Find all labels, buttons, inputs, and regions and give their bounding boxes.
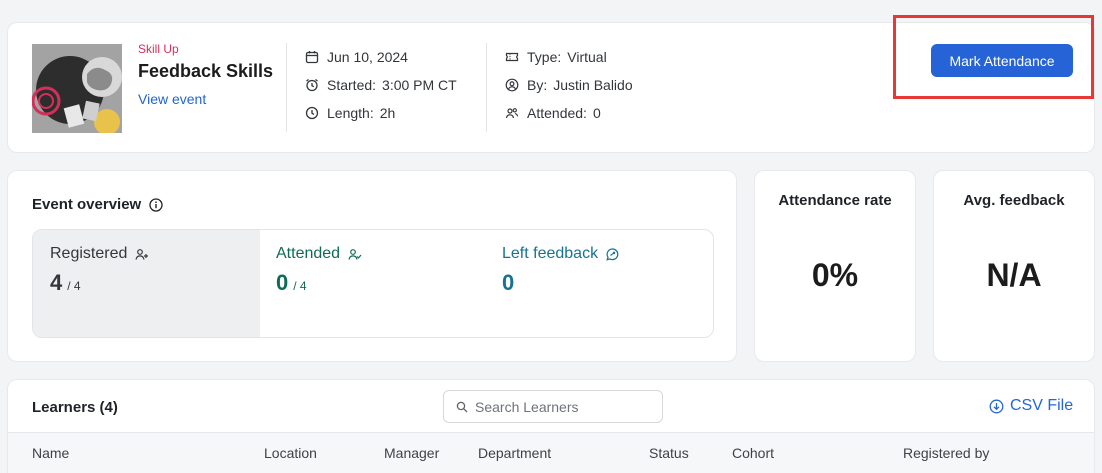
search-box[interactable] <box>443 390 663 423</box>
event-overview-heading: Event overview <box>32 196 163 213</box>
search-icon <box>456 401 468 412</box>
left-feedback-value: 0 <box>502 270 515 295</box>
view-event-link[interactable]: View event <box>138 91 206 107</box>
attended-label: Attended: <box>527 105 587 121</box>
registered-value: 4 <box>50 270 63 295</box>
type-value: Virtual <box>567 49 607 65</box>
column-department[interactable]: Department <box>478 445 551 461</box>
event-type-row: Type: Virtual <box>505 43 633 71</box>
avg-feedback-card: Avg. feedback N/A <box>933 170 1095 362</box>
clock-icon <box>305 106 319 120</box>
attended-value: 0 <box>592 105 601 121</box>
attendance-rate-value: 0% <box>811 257 859 293</box>
left-feedback-label: Left feedback <box>502 245 599 262</box>
divider <box>486 43 487 132</box>
event-overview-title: Event overview <box>32 196 142 213</box>
event-length-row: Length: 2h <box>305 99 457 127</box>
event-date-row: Jun 10, 2024 <box>305 43 457 71</box>
event-host-row: By: Justin Balido <box>505 71 633 99</box>
attended-stat-value: 0 <box>276 270 289 295</box>
user-circle-icon <box>505 78 519 92</box>
attendance-rate-card: Attendance rate 0% <box>754 170 916 362</box>
by-value: Justin Balido <box>553 77 633 93</box>
avg-feedback-value: N/A <box>986 257 1042 293</box>
event-category: Skill Up <box>138 42 179 56</box>
event-date: Jun 10, 2024 <box>327 49 408 65</box>
by-label: By: <box>527 77 548 93</box>
started-label: Started: <box>327 77 377 93</box>
column-name[interactable]: Name <box>32 445 69 461</box>
user-plus-icon <box>135 248 149 260</box>
users-icon <box>505 108 519 119</box>
column-registered-by[interactable]: Registered by <box>903 445 989 461</box>
search-learners-input[interactable] <box>475 398 655 415</box>
csv-label: CSV File <box>1010 397 1074 414</box>
alarm-clock-icon <box>306 78 318 92</box>
event-thumbnail <box>32 44 122 133</box>
length-label: Length: <box>327 105 374 121</box>
event-schedule-info: Jun 10, 2024 Started: 3:00 PM CT Length:… <box>305 43 457 127</box>
event-details-info: Type: Virtual By: Justin Balido Attended… <box>505 43 633 127</box>
column-cohort[interactable]: Cohort <box>732 445 774 461</box>
divider <box>286 43 287 132</box>
feedback-bubble-icon <box>606 247 619 261</box>
event-started-row: Started: 3:00 PM CT <box>305 71 457 99</box>
length-value: 2h <box>379 105 396 121</box>
learners-title: Learners (4) <box>32 399 118 416</box>
user-check-icon <box>348 248 362 260</box>
event-overview-card: Event overview Registered 4 / 4 Attended… <box>7 170 737 362</box>
calendar-icon <box>305 51 319 64</box>
started-value: 3:00 PM CT <box>382 77 457 93</box>
highlight-box <box>893 15 1094 99</box>
attendance-rate-title: Attendance rate <box>778 192 892 209</box>
type-label: Type: <box>527 49 562 65</box>
column-status[interactable]: Status <box>649 445 689 461</box>
info-icon[interactable] <box>149 197 163 212</box>
registered-stat[interactable]: Registered 4 / 4 <box>33 230 260 337</box>
ticket-icon <box>505 52 519 62</box>
attended-stat-label: Attended <box>276 245 341 262</box>
registered-label: Registered <box>50 245 128 262</box>
column-manager[interactable]: Manager <box>384 445 439 461</box>
left-feedback-stat[interactable]: Left feedback 0 <box>486 230 713 337</box>
download-icon <box>989 399 1004 413</box>
attended-stat-total: / 4 <box>293 279 307 293</box>
event-title: Feedback Skills <box>138 61 274 81</box>
avg-feedback-title: Avg. feedback <box>963 192 1065 209</box>
learners-card: Learners (4) CSV File Name Location Mana… <box>7 379 1095 473</box>
learners-table-header: Name Location Manager Department Status … <box>8 432 1094 473</box>
csv-download-button[interactable]: CSV File <box>989 397 1073 415</box>
overview-stats: Registered 4 / 4 Attended 0 / 4 Left fee… <box>32 229 714 338</box>
attended-stat[interactable]: Attended 0 / 4 <box>260 230 486 337</box>
column-location[interactable]: Location <box>264 445 317 461</box>
event-attended-row: Attended: 0 <box>505 99 633 127</box>
registered-total: / 4 <box>67 279 81 293</box>
